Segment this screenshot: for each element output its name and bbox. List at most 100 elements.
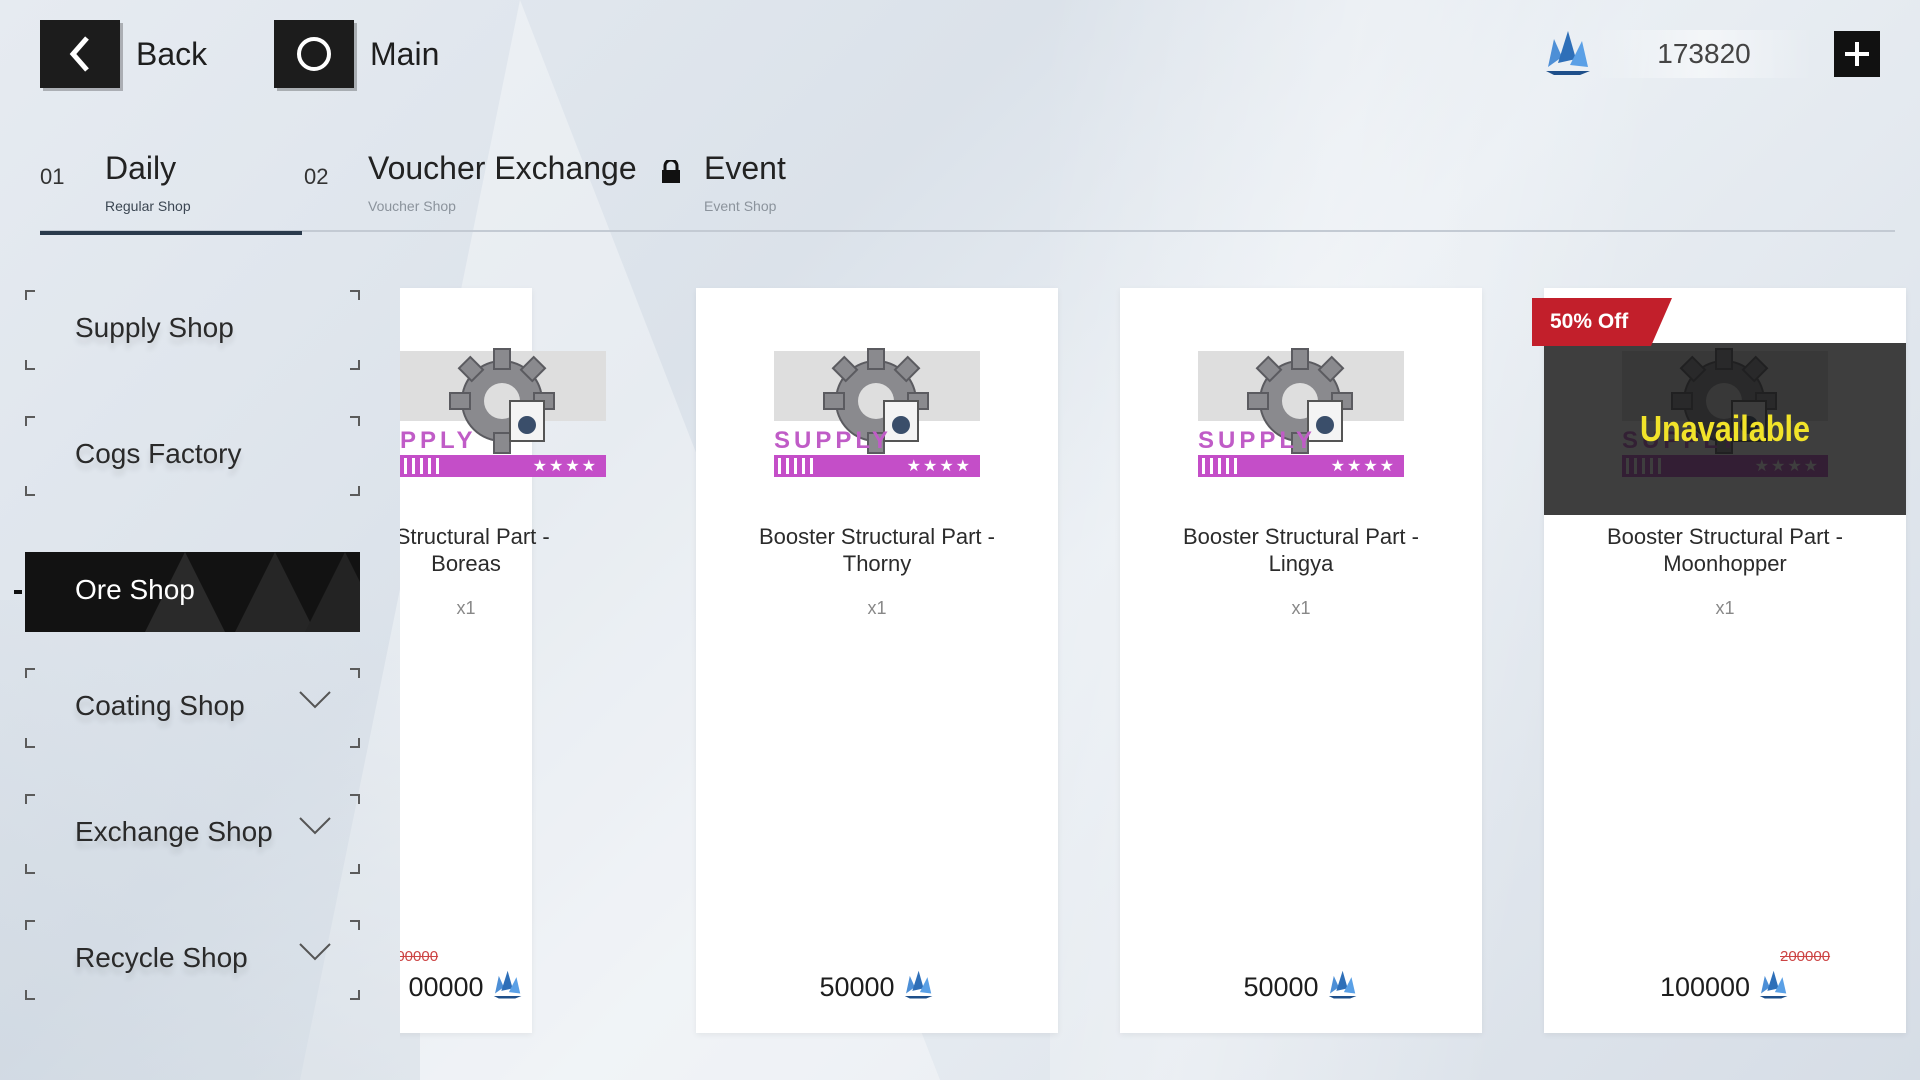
supply-label: SUPPLY	[774, 427, 892, 454]
back-button[interactable]: Back	[40, 20, 207, 88]
chevron-down-icon	[298, 816, 332, 841]
discount-ribbon: 50% Off	[1532, 298, 1672, 346]
tab-subtitle: Voucher Shop	[368, 198, 456, 214]
corner-bracket	[350, 668, 360, 678]
supply-label: PPLY	[400, 427, 477, 454]
product-price: 50000	[696, 968, 1058, 1007]
sidebar-item-label: Coating Shop	[75, 690, 245, 721]
price-amount: 50000	[1243, 972, 1319, 1002]
currency-amount: 173820	[1594, 30, 1814, 78]
product-price: 00000	[400, 968, 647, 1007]
product-name-line: r Structural Part -	[400, 524, 550, 549]
rarity-bar: ★★★★	[774, 455, 980, 477]
corner-bracket	[350, 290, 360, 300]
corner-bracket	[350, 920, 360, 930]
product-name-line: Lingya	[1268, 551, 1334, 576]
tab-title: Voucher Exchange	[368, 150, 637, 186]
product-name-line: Booster Structural Part -	[759, 524, 995, 549]
lock-icon	[660, 158, 682, 189]
tab-number: 01	[40, 164, 65, 189]
corner-bracket	[25, 416, 35, 426]
sidebar-item-supply-shop[interactable]: Supply Shop	[25, 290, 360, 370]
original-price: 200000	[1780, 948, 1831, 965]
corner-bracket	[350, 360, 360, 370]
plus-icon	[1845, 42, 1869, 66]
tab-voucher-exchange[interactable]: 02 Voucher Exchange Voucher Shop	[304, 150, 644, 232]
back-label: Back	[136, 35, 208, 72]
active-item-marker	[14, 590, 22, 594]
product-name-line: Boreas	[431, 551, 501, 576]
corner-bracket	[350, 990, 360, 1000]
supply-label: SUPPLY	[1198, 427, 1316, 454]
tab-subtitle: Event Shop	[704, 198, 777, 214]
product-name: Booster Structural Part - Lingya	[1120, 523, 1482, 577]
main-button[interactable]: Main	[274, 20, 439, 88]
product-card[interactable]: SUPPLY★★★★Unavailable50% OffBooster Stru…	[1532, 288, 1906, 1033]
discount-label: 50% Off	[1550, 310, 1629, 333]
sidebar-item-label: Ore Shop	[75, 574, 195, 605]
chevron-down-icon	[298, 942, 332, 967]
tab-number: 02	[304, 164, 329, 189]
rarity-stripes	[404, 458, 444, 474]
main-label: Main	[370, 35, 440, 72]
sidebar-item-coating-shop[interactable]: Coating Shop	[25, 668, 360, 748]
sidebar-item-label: Cogs Factory	[75, 438, 242, 469]
shop-tabs: 01 Daily Regular Shop 02 Voucher Exchang…	[40, 150, 1895, 235]
corner-bracket	[25, 360, 35, 370]
product-name-line: Thorny	[842, 551, 912, 576]
sidebar-item-ore-shop[interactable]: Ore Shop	[25, 552, 360, 632]
product-list: PPLY ★★★★ r Structural Part -Boreas x1 20000…	[400, 280, 1920, 1040]
tab-event[interactable]: Event Event Shop	[660, 150, 840, 232]
corner-bracket	[25, 738, 35, 748]
product-name: Booster Structural Part - Moonhopper	[1544, 523, 1906, 577]
currency-display: 173820	[1540, 26, 1880, 82]
chevron-down-icon	[298, 690, 332, 715]
sidebar-item-recycle-shop[interactable]: Recycle Shop	[25, 920, 360, 1000]
chevron-left-icon	[40, 20, 120, 88]
corner-bracket	[25, 668, 35, 678]
rarity-stripes	[1202, 458, 1242, 474]
product-image: PPLY ★★★★	[400, 343, 606, 481]
price-amount: 00000	[408, 972, 484, 1002]
corner-bracket	[350, 864, 360, 874]
original-price: 200000	[400, 948, 439, 965]
tab-daily[interactable]: 01 Daily Regular Shop	[40, 150, 302, 235]
sidebar-item-cogs-factory[interactable]: Cogs Factory	[25, 416, 360, 496]
corner-bracket	[25, 486, 35, 496]
tab-title: Event	[704, 150, 786, 186]
product-quantity: x1	[867, 598, 887, 618]
product-name-line: Booster Structural Part -	[1183, 524, 1419, 549]
blue-crystal-icon	[1756, 968, 1790, 1007]
corner-bracket	[350, 794, 360, 804]
rarity-bar: ★★★★	[400, 455, 606, 477]
corner-bracket	[25, 864, 35, 874]
corner-bracket	[350, 416, 360, 426]
product-image: SUPPLY ★★★★	[1198, 343, 1404, 481]
rarity-stars: ★★★★	[1330, 458, 1396, 475]
product-name-line: Booster Structural Part -	[1607, 524, 1843, 549]
blue-crystal-icon	[1325, 968, 1359, 1007]
sidebar-item-label: Supply Shop	[75, 312, 234, 343]
product-quantity: x1	[1291, 598, 1311, 618]
product-name: Booster Structural Part - Thorny	[696, 523, 1058, 577]
price-amount: 100000	[1659, 972, 1751, 1002]
product-name-line: Moonhopper	[1663, 551, 1787, 576]
rarity-stripes	[778, 458, 818, 474]
blue-crystal-icon	[490, 968, 524, 1007]
corner-bracket	[25, 990, 35, 1000]
corner-bracket	[350, 486, 360, 496]
product-price: 50000	[1120, 968, 1482, 1007]
tab-title: Daily	[105, 150, 177, 186]
product-price: 100000	[1544, 968, 1906, 1007]
corner-bracket	[25, 290, 35, 300]
unavailable-label: Unavailable	[1639, 408, 1811, 449]
product-card[interactable]: SUPPLY ★★★★ Booster Structural Part - Thorn…	[696, 288, 1058, 1033]
sidebar-item-exchange-shop[interactable]: Exchange Shop	[25, 794, 360, 874]
product-quantity: x1	[456, 598, 476, 618]
product-card[interactable]: SUPPLY ★★★★ Booster Structural Part - Lingy…	[1120, 288, 1482, 1033]
tab-subtitle: Regular Shop	[105, 198, 191, 214]
product-card[interactable]: PPLY ★★★★ r Structural Part -Boreas x1 20000…	[400, 288, 606, 1033]
rarity-stars: ★★★★	[906, 458, 972, 475]
circle-home-icon	[274, 20, 354, 88]
add-currency-button[interactable]	[1834, 31, 1880, 77]
